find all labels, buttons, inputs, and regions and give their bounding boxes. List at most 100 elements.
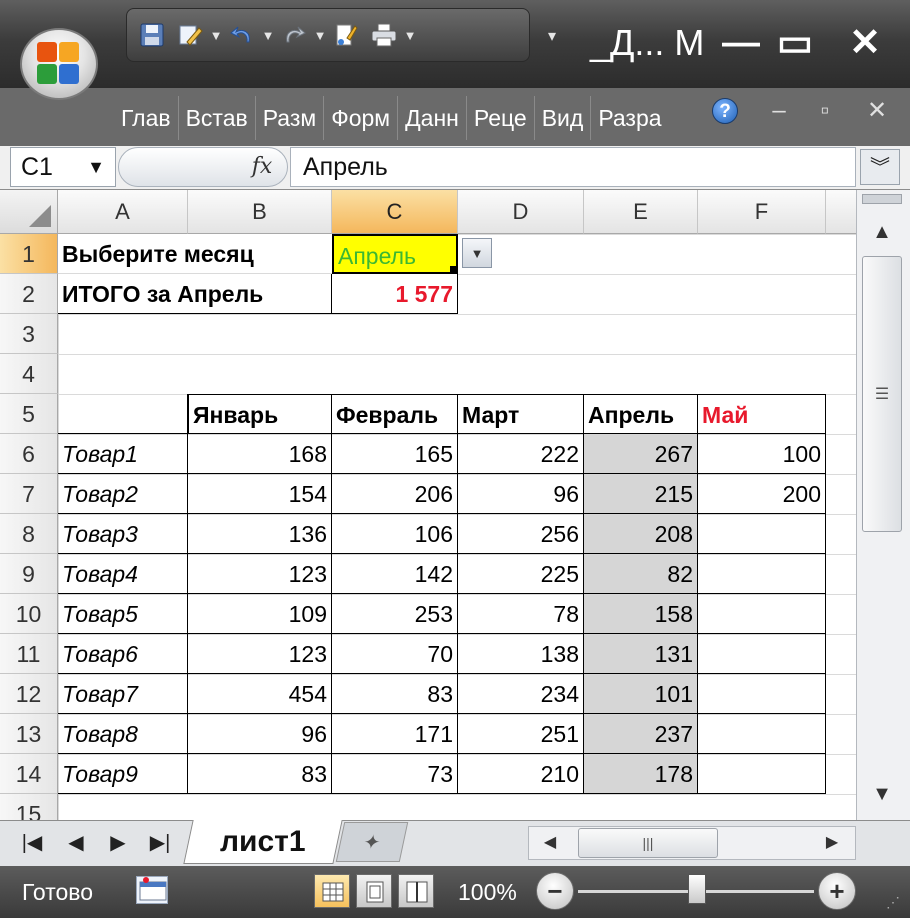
page-break-view-icon[interactable] xyxy=(398,874,434,908)
row-header-8[interactable]: 8 xyxy=(0,514,58,554)
value-mar[interactable]: 256 xyxy=(458,514,584,554)
column-header-a[interactable]: A xyxy=(58,190,188,234)
product-name[interactable]: Товар3 xyxy=(58,514,188,554)
value-may[interactable] xyxy=(698,514,826,554)
value-jan[interactable]: 123 xyxy=(188,554,332,594)
row-header-3[interactable]: 3 xyxy=(0,314,58,354)
product-name[interactable]: Товар9 xyxy=(58,754,188,794)
value-feb[interactable]: 73 xyxy=(332,754,458,794)
cell-a2[interactable]: ИТОГО за Апрель xyxy=(58,274,332,314)
formula-input[interactable]: Апрель xyxy=(290,147,856,187)
value-mar[interactable]: 138 xyxy=(458,634,584,674)
value-jan[interactable]: 168 xyxy=(188,434,332,474)
value-may[interactable] xyxy=(698,674,826,714)
tab-review[interactable]: Реце xyxy=(465,96,534,140)
tab-view[interactable]: Вид xyxy=(533,96,591,140)
value-apr[interactable]: 82 xyxy=(584,554,698,594)
row-header-11[interactable]: 11 xyxy=(0,634,58,674)
row-header-15[interactable]: 15 xyxy=(0,794,58,820)
value-apr[interactable]: 237 xyxy=(584,714,698,754)
product-name[interactable]: Товар2 xyxy=(58,474,188,514)
row-header-5[interactable]: 5 xyxy=(0,394,58,434)
tab-developer[interactable]: Разра xyxy=(590,96,668,140)
value-may[interactable] xyxy=(698,754,826,794)
close-button[interactable]: ✕ xyxy=(840,18,890,68)
value-feb[interactable]: 106 xyxy=(332,514,458,554)
value-may[interactable] xyxy=(698,634,826,674)
tab-data[interactable]: Данн xyxy=(397,96,466,140)
minimize-button[interactable]: — xyxy=(716,18,766,68)
tab-formulas[interactable]: Форм xyxy=(323,96,397,140)
value-feb[interactable]: 83 xyxy=(332,674,458,714)
value-apr[interactable]: 101 xyxy=(584,674,698,714)
column-header-e[interactable]: E xyxy=(584,190,698,234)
value-feb[interactable]: 70 xyxy=(332,634,458,674)
value-mar[interactable]: 96 xyxy=(458,474,584,514)
insert-sheet-icon[interactable]: ✦ xyxy=(335,822,409,862)
cell-c2-total[interactable]: 1 577 xyxy=(332,274,458,314)
scroll-up-icon[interactable]: ▲ xyxy=(860,214,904,250)
normal-view-icon[interactable] xyxy=(314,874,350,908)
customize-toolbar-icon[interactable]: ▾ xyxy=(540,26,564,52)
value-may[interactable] xyxy=(698,594,826,634)
value-jan[interactable]: 83 xyxy=(188,754,332,794)
value-mar[interactable]: 78 xyxy=(458,594,584,634)
column-header-f[interactable]: F xyxy=(698,190,826,234)
row-header-14[interactable]: 14 xyxy=(0,754,58,794)
sheet-tab-active[interactable]: лист1 xyxy=(183,820,343,864)
column-header-c[interactable]: C xyxy=(332,190,458,234)
dropdown-arrow-icon[interactable]: ▼ xyxy=(462,238,492,268)
column-header-d[interactable]: D xyxy=(458,190,584,234)
row-header-6[interactable]: 6 xyxy=(0,434,58,474)
value-apr[interactable]: 158 xyxy=(584,594,698,634)
save-icon[interactable] xyxy=(133,15,171,55)
ribbon-close-button[interactable]: ✕ xyxy=(862,96,892,126)
value-apr[interactable]: 267 xyxy=(584,434,698,474)
vertical-scroll-thumb[interactable]: ☰ xyxy=(862,256,902,532)
name-box-dropdown-icon[interactable]: ▼ xyxy=(78,147,114,187)
edit-icon[interactable] xyxy=(171,15,209,55)
last-sheet-icon[interactable]: ▶| xyxy=(140,826,180,860)
maximize-button[interactable]: ▭ xyxy=(770,18,820,68)
value-feb[interactable]: 171 xyxy=(332,714,458,754)
zoom-slider-thumb[interactable] xyxy=(688,874,706,904)
header-february[interactable]: Февраль xyxy=(332,394,458,434)
help-icon[interactable]: ? xyxy=(712,98,738,124)
undo-icon[interactable] xyxy=(223,15,261,55)
value-feb[interactable]: 165 xyxy=(332,434,458,474)
print-icon[interactable] xyxy=(365,15,403,55)
product-name[interactable]: Товар8 xyxy=(58,714,188,754)
cell-a5[interactable] xyxy=(58,394,188,434)
row-header-7[interactable]: 7 xyxy=(0,474,58,514)
value-jan[interactable]: 109 xyxy=(188,594,332,634)
value-may[interactable] xyxy=(698,554,826,594)
header-may[interactable]: Май xyxy=(698,394,826,434)
office-button[interactable] xyxy=(20,28,98,100)
zoom-out-icon[interactable]: − xyxy=(536,872,574,910)
value-feb[interactable]: 206 xyxy=(332,474,458,514)
expand-formula-bar-icon[interactable]: ︾ xyxy=(860,149,900,185)
redo-dropdown-icon[interactable]: ▼ xyxy=(313,15,327,55)
format-painter-icon[interactable] xyxy=(327,15,365,55)
value-jan[interactable]: 454 xyxy=(188,674,332,714)
ribbon-restore-button[interactable]: ▫ xyxy=(810,96,840,126)
column-header-b[interactable]: B xyxy=(188,190,332,234)
row-header-9[interactable]: 9 xyxy=(0,554,58,594)
value-mar[interactable]: 234 xyxy=(458,674,584,714)
product-name[interactable]: Товар1 xyxy=(58,434,188,474)
zoom-in-icon[interactable]: + xyxy=(818,872,856,910)
horizontal-scroll-thumb[interactable]: ||| xyxy=(578,828,718,858)
insert-function-button[interactable]: fx xyxy=(244,150,280,184)
value-apr[interactable]: 131 xyxy=(584,634,698,674)
scroll-down-icon[interactable]: ▼ xyxy=(860,776,904,812)
product-name[interactable]: Товар4 xyxy=(58,554,188,594)
cell-c1-selected[interactable]: Апрель xyxy=(332,234,458,274)
value-may[interactable] xyxy=(698,714,826,754)
ribbon-minimize-button[interactable]: – xyxy=(764,96,794,126)
value-mar[interactable]: 225 xyxy=(458,554,584,594)
value-jan[interactable]: 136 xyxy=(188,514,332,554)
page-layout-view-icon[interactable] xyxy=(356,874,392,908)
undo-dropdown-icon[interactable]: ▼ xyxy=(261,15,275,55)
header-january[interactable]: Январь xyxy=(188,394,332,434)
tab-page-layout[interactable]: Разм xyxy=(254,96,323,140)
